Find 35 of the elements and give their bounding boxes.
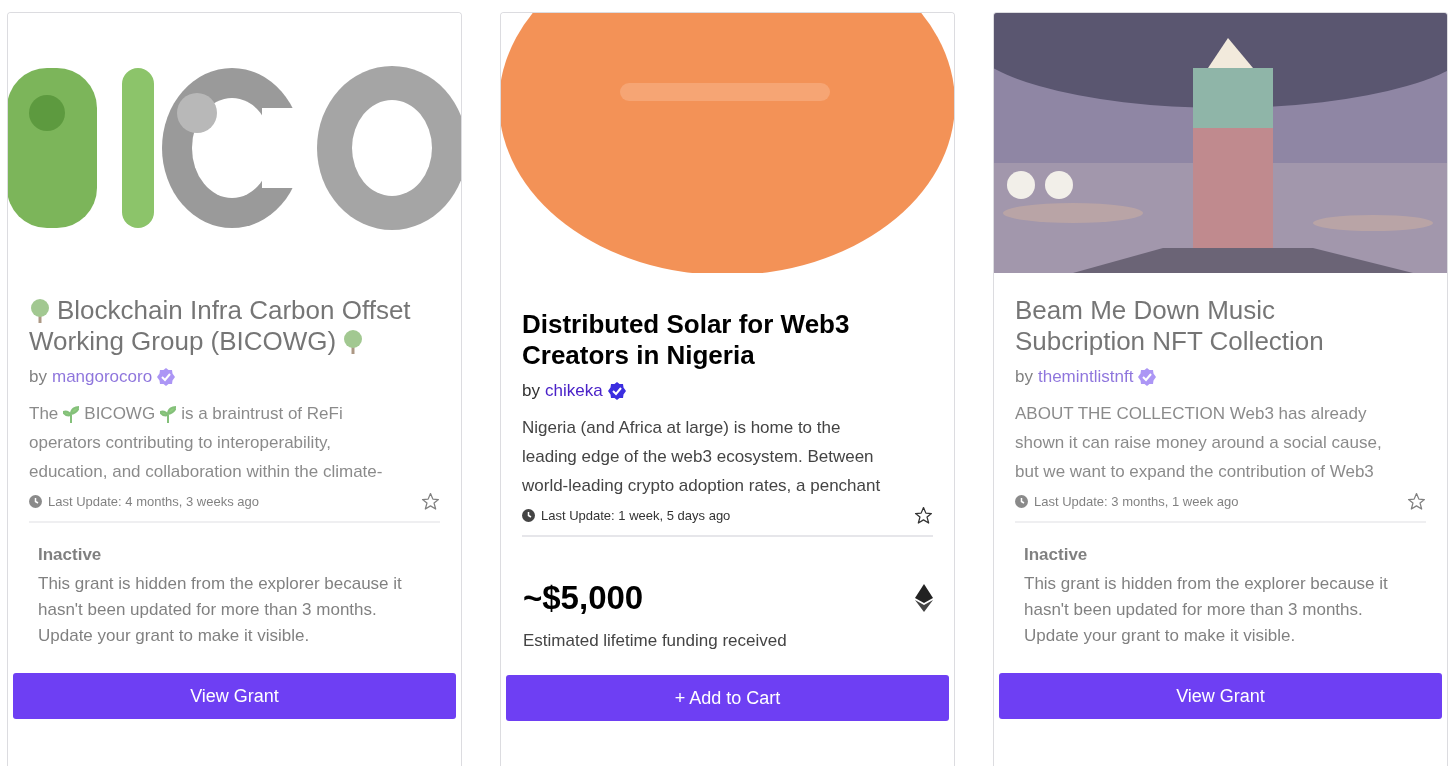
grant-title: Distributed Solar for Web3 Creators in Nigeria <box>522 309 851 371</box>
grant-title: Blockchain Infra Carbon Offset Working Group (BICOWG) <box>29 295 412 357</box>
grant-description: ABOUT THE COLLECTION Web3 has already shown it can raise money around a social cause, but we want to expand the contribution of Web3 <box>1015 403 1383 483</box>
clock-icon <box>1015 495 1028 508</box>
author-link[interactable]: mangorocoro <box>51 367 153 387</box>
status-message: This grant is hidden from the explorer because it hasn't been updated for more than 3 months. Update your grant to make it visible. <box>1024 573 1389 647</box>
clock-icon <box>29 495 42 508</box>
funding-amount: ~$5,000 <box>523 579 644 617</box>
author-link[interactable]: themintlistnft <box>1037 367 1134 387</box>
sprout-icon <box>63 404 80 423</box>
status-heading: Inactive <box>38 545 103 565</box>
star-icon[interactable] <box>1407 492 1426 511</box>
tree-icon <box>342 329 365 354</box>
sprout-icon <box>160 404 177 423</box>
ethereum-icon <box>915 584 933 612</box>
star-icon[interactable] <box>421 492 440 511</box>
tree-icon <box>29 298 51 323</box>
star-icon[interactable] <box>914 506 933 525</box>
add-to-cart-button[interactable]: + Add to Cart <box>506 675 949 721</box>
author-prefix: by <box>522 381 540 401</box>
status-message: This grant is hidden from the explorer because it hasn't been updated for more than 3 months. Update your grant to make it visible. <box>38 573 403 647</box>
author-prefix: by <box>1015 367 1033 387</box>
author-prefix: by <box>29 367 47 387</box>
last-update-text: Last Update: 4 months, 3 weeks ago <box>48 494 259 509</box>
last-update-text: Last Update: 3 months, 1 week ago <box>1034 494 1239 509</box>
author-link[interactable]: chikeka <box>544 381 603 401</box>
clock-icon <box>522 509 535 522</box>
grant-description: Nigeria (and Africa at large) is home to the leading edge of the web3 ecosystem. Between world-leading crypto adoption rates, a penchant <box>522 417 882 497</box>
view-grant-button[interactable]: View Grant <box>13 673 456 719</box>
last-update-text: Last Update: 1 week, 5 days ago <box>541 508 731 523</box>
view-grant-button[interactable]: View Grant <box>999 673 1442 719</box>
grant-title: Beam Me Down Music Subcription NFT Collection <box>1015 295 1325 357</box>
funding-label: Estimated lifetime funding received <box>523 631 788 651</box>
grant-description: The BICOWG is a braintrust of ReFi operators contributing to interoperability, education, and collaboration within the climate- <box>29 403 384 483</box>
status-heading: Inactive <box>1024 545 1089 565</box>
